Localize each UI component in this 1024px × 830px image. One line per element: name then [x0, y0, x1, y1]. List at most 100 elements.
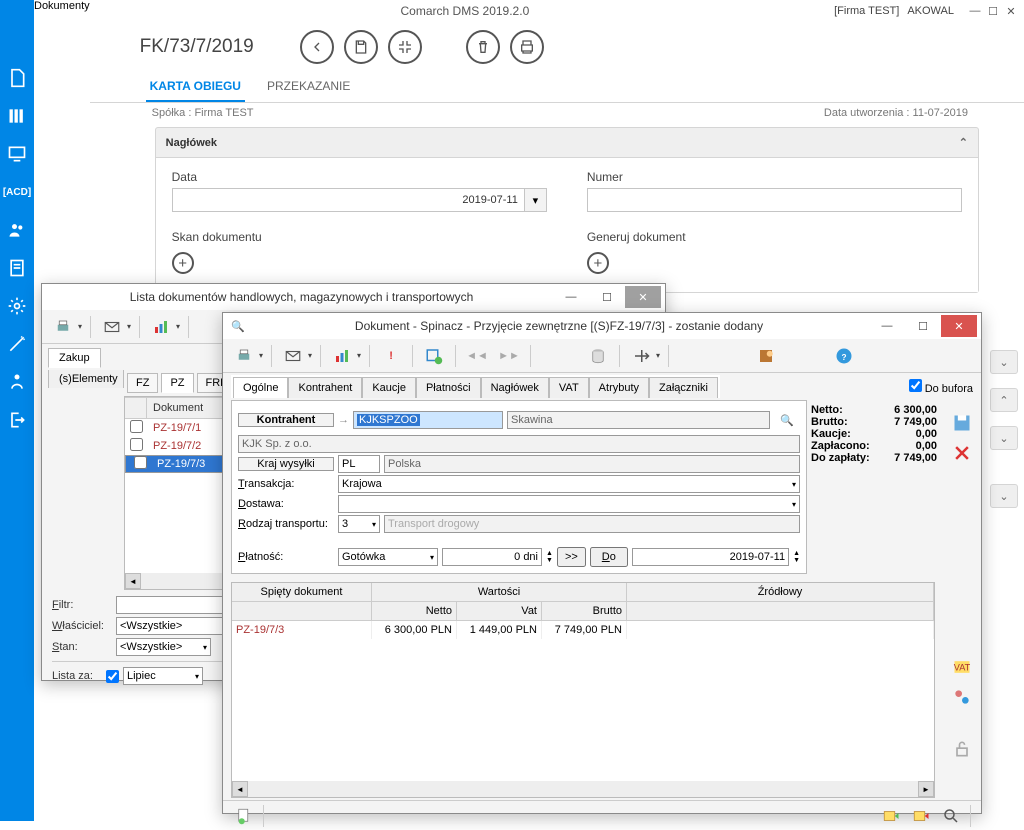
next-button[interactable]: >>: [557, 547, 586, 567]
search-icon[interactable]: 🔍: [231, 320, 249, 333]
nav-monitor-icon[interactable]: [5, 142, 29, 166]
miesiac-combo[interactable]: Lipiec▾: [123, 667, 203, 685]
delete-button[interactable]: [466, 30, 500, 64]
scroll-left-icon[interactable]: ◄: [125, 573, 141, 589]
type-pz[interactable]: PZ: [161, 373, 193, 393]
grid-scroll-right-icon[interactable]: ►: [918, 781, 934, 797]
lista-mail-icon[interactable]: [99, 314, 125, 340]
kraj-button[interactable]: Kraj wysyłki: [238, 457, 334, 471]
dtab-ogolne[interactable]: Ogólne: [233, 377, 288, 398]
dni-up-icon[interactable]: ▲: [546, 550, 553, 557]
type-fz[interactable]: FZ: [127, 373, 158, 393]
nav-acd-icon[interactable]: [ACD]: [5, 180, 29, 204]
accordion-toggle-3[interactable]: ⌄: [990, 426, 1018, 450]
nav-wand-icon[interactable]: [5, 332, 29, 356]
dtab-platnosci[interactable]: Płatności: [416, 377, 481, 398]
dok-alert-icon[interactable]: !: [378, 343, 404, 369]
data-input[interactable]: 2019-07-11 ▾: [172, 188, 547, 212]
row-checkbox[interactable]: [130, 420, 143, 433]
numer-input[interactable]: [587, 188, 962, 212]
dokument-close-icon[interactable]: ✕: [941, 315, 977, 337]
nav-report-icon[interactable]: [5, 256, 29, 280]
dok-mail-dropdown[interactable]: ▾: [308, 351, 312, 360]
dok-print-dropdown[interactable]: ▾: [259, 351, 263, 360]
dok-chart-icon[interactable]: [329, 343, 355, 369]
dostawa-combo[interactable]: ▾: [338, 495, 800, 513]
kontrahent-code-input[interactable]: KJKSPZOO: [353, 411, 503, 429]
chevron-up-icon[interactable]: ⌃: [959, 136, 968, 149]
dtab-atrybuty[interactable]: Atrybuty: [589, 377, 649, 398]
accordion-toggle-4[interactable]: ⌄: [990, 484, 1018, 508]
add-generuj-button[interactable]: +: [587, 252, 609, 274]
dtab-vat[interactable]: VAT: [549, 377, 589, 398]
col-brutto[interactable]: Brutto: [542, 602, 627, 620]
dok-link-dropdown[interactable]: ▾: [656, 351, 660, 360]
col-spiety[interactable]: Spięty dokument: [232, 583, 372, 601]
tab-karta-obiegu[interactable]: KARTA OBIEGU: [146, 72, 245, 102]
side-save-icon[interactable]: [948, 411, 976, 435]
side-vat-icon[interactable]: VAT: [948, 655, 976, 679]
save-button[interactable]: [344, 30, 378, 64]
col-vat[interactable]: Vat: [457, 602, 542, 620]
close-icon[interactable]: ✕: [1004, 4, 1018, 18]
doc-grid-row[interactable]: PZ-19/7/3 6 300,00 PLN 1 449,00 PLN 7 74…: [232, 621, 934, 639]
lista-chart-dropdown[interactable]: ▾: [176, 322, 180, 331]
rodzaj-code-combo[interactable]: 3▾: [338, 515, 380, 533]
collapse-button[interactable]: [388, 30, 422, 64]
lista-chart-icon[interactable]: [148, 314, 174, 340]
lista-mail-dropdown[interactable]: ▾: [127, 322, 131, 331]
dtab-zalaczniki[interactable]: Załączniki: [649, 377, 718, 398]
date-down-icon[interactable]: ▼: [793, 557, 800, 564]
lista-maximize-icon[interactable]: ☐: [589, 286, 625, 308]
tab-przekazanie[interactable]: PRZEKAZANIE: [263, 72, 354, 102]
bottom-open-icon[interactable]: [878, 803, 904, 829]
dok-nav-prev-icon[interactable]: ◄◄: [464, 343, 490, 369]
nav-orgchart-icon[interactable]: [5, 370, 29, 394]
dokument-minimize-icon[interactable]: —: [869, 315, 905, 337]
bottom-search-icon[interactable]: [938, 803, 964, 829]
col-zrodlowy[interactable]: Źródłowy: [627, 583, 934, 601]
dok-barrel-icon[interactable]: [585, 343, 611, 369]
back-button[interactable]: [300, 30, 334, 64]
dokument-maximize-icon[interactable]: ☐: [905, 315, 941, 337]
transakcja-combo[interactable]: Krajowa▾: [338, 475, 800, 493]
date-up-icon[interactable]: ▲: [793, 550, 800, 557]
dtab-kontrahent[interactable]: Kontrahent: [288, 377, 362, 398]
dok-mail-icon[interactable]: [280, 343, 306, 369]
lista-print-icon[interactable]: [50, 314, 76, 340]
add-skan-button[interactable]: +: [172, 252, 194, 274]
lista-close-icon[interactable]: ✕: [625, 286, 661, 308]
tab-s-elementy[interactable]: (s)Elementy: [48, 370, 124, 388]
dtab-naglowek[interactable]: Nagłówek: [481, 377, 549, 398]
accordion-toggle-2[interactable]: ⌃: [990, 388, 1018, 412]
bottom-export-icon[interactable]: [908, 803, 934, 829]
nav-documents-icon[interactable]: [5, 66, 29, 90]
minimize-icon[interactable]: —: [968, 4, 982, 18]
dtab-kaucje[interactable]: Kaucje: [362, 377, 416, 398]
platnosc-combo[interactable]: Gotówka▾: [338, 548, 438, 566]
nav-books-icon[interactable]: [5, 104, 29, 128]
nav-users-icon[interactable]: [5, 218, 29, 242]
dni-down-icon[interactable]: ▼: [546, 557, 553, 564]
do-button[interactable]: Do: [590, 547, 628, 567]
kraj-code[interactable]: PL: [338, 455, 380, 473]
kontrahent-button[interactable]: Kontrahent: [238, 413, 334, 427]
nav-exit-icon[interactable]: [5, 408, 29, 432]
lista-minimize-icon[interactable]: —: [553, 286, 589, 308]
side-lock-icon[interactable]: [948, 737, 976, 761]
dok-book-icon[interactable]: [753, 343, 779, 369]
dok-chart-dropdown[interactable]: ▾: [357, 351, 361, 360]
nav-gear-icon[interactable]: [5, 294, 29, 318]
side-delete-icon[interactable]: [948, 441, 976, 465]
side-przekaz-icon[interactable]: [948, 685, 976, 709]
dok-help-icon[interactable]: ?: [831, 343, 857, 369]
print-button[interactable]: [510, 30, 544, 64]
dok-nav-next-icon[interactable]: ►►: [496, 343, 522, 369]
date-dropdown-icon[interactable]: ▾: [524, 189, 546, 211]
maximize-icon[interactable]: ☐: [986, 4, 1000, 18]
platnosc-date[interactable]: 2019-07-11: [632, 548, 789, 566]
platnosc-dni[interactable]: 0 dni: [442, 548, 542, 566]
kontrahent-search-icon[interactable]: 🔍: [774, 407, 800, 433]
lista-za-checkbox[interactable]: [106, 670, 119, 683]
col-netto[interactable]: Netto: [372, 602, 457, 620]
